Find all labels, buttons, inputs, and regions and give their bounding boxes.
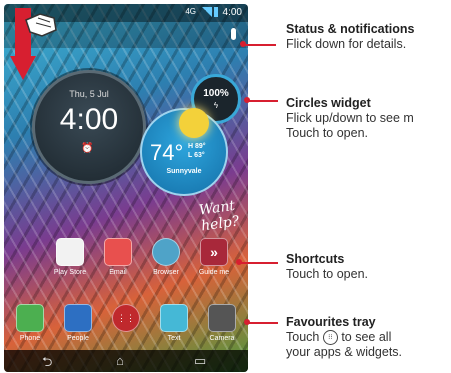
callout-dot-status bbox=[240, 41, 246, 47]
callout-line-circles bbox=[248, 100, 278, 102]
tray-text[interactable]: Text bbox=[150, 304, 198, 342]
weather-city: Sunnyvale bbox=[166, 168, 202, 175]
shortcut-label: Play Store bbox=[53, 269, 87, 276]
email-icon bbox=[104, 238, 132, 266]
phone-screen: 4G 4:00 Thu, 5 Jul 4:00 ⏰ 100% ϟ 74° H 8… bbox=[4, 4, 248, 372]
callout-title: Status & notifications bbox=[286, 22, 415, 36]
play-store-icon bbox=[56, 238, 84, 266]
back-icon[interactable]: ⮌ bbox=[42, 353, 52, 372]
callout-dot-circles bbox=[244, 97, 250, 103]
weather-high: H 89° bbox=[188, 143, 206, 150]
shortcut-label: Email bbox=[109, 269, 127, 276]
callout-dot-shortcuts bbox=[236, 259, 242, 265]
weather-high-low: H 89° L 63° bbox=[188, 142, 206, 160]
shortcut-email[interactable]: Email bbox=[94, 238, 142, 276]
battery-icon bbox=[214, 7, 218, 17]
favourites-tray: Phone People ⋮⋮ Text Camera bbox=[4, 304, 248, 350]
shortcut-guide-me[interactable]: » Guide me bbox=[190, 238, 238, 276]
tray-label: Camera bbox=[209, 335, 235, 342]
callout-shortcuts: Shortcuts Touch to open. bbox=[286, 252, 368, 282]
callout-title: Shortcuts bbox=[286, 252, 345, 266]
want-help-text: Want help? bbox=[198, 197, 240, 235]
tray-apps[interactable]: ⋮⋮ bbox=[102, 304, 150, 335]
signal-icon bbox=[202, 7, 212, 17]
home-icon[interactable]: ⌂ bbox=[116, 353, 124, 368]
callout-line-tray bbox=[248, 322, 278, 324]
callout-tray: Favourites tray Touch ⁝⁝ to see all your… bbox=[286, 315, 402, 360]
callout-title: Favourites tray bbox=[286, 315, 376, 329]
shortcut-label: Guide me bbox=[198, 269, 230, 276]
tray-label: Phone bbox=[19, 335, 41, 342]
sun-icon bbox=[179, 108, 209, 138]
clock-widget[interactable]: Thu, 5 Jul 4:00 ⏰ bbox=[32, 70, 146, 184]
people-icon bbox=[64, 304, 92, 332]
weather-low: L 63° bbox=[188, 152, 205, 159]
browser-icon bbox=[152, 238, 180, 266]
alarm-icon: ⏰ bbox=[81, 143, 94, 154]
callout-desc-2: Touch to open. bbox=[286, 126, 369, 140]
callout-desc-2: your apps & widgets. bbox=[286, 345, 403, 360]
shortcut-label: Browser bbox=[153, 269, 179, 276]
camera-icon bbox=[208, 304, 236, 332]
callout-desc: Touch to open. bbox=[286, 267, 369, 281]
callout-line-shortcuts bbox=[240, 262, 278, 264]
callout-desc: Flick up/down to see m bbox=[286, 111, 414, 125]
tray-camera[interactable]: Camera bbox=[198, 304, 246, 342]
callout-desc-pre: Touch bbox=[286, 330, 320, 344]
tray-people[interactable]: People bbox=[54, 304, 102, 342]
text-icon bbox=[160, 304, 188, 332]
callout-desc: Flick down for details. bbox=[286, 37, 407, 51]
guide-me-icon: » bbox=[200, 238, 228, 266]
callout-status: Status & notifications Flick down for de… bbox=[286, 22, 414, 52]
apps-icon: ⁝⁝ bbox=[322, 330, 338, 346]
weather-temp: 74° bbox=[150, 140, 184, 165]
callout-desc-post: to see all bbox=[341, 330, 392, 344]
tray-phone[interactable]: Phone bbox=[6, 304, 54, 342]
callout-dot-tray bbox=[244, 319, 250, 325]
shortcut-browser[interactable]: Browser bbox=[142, 238, 190, 276]
mic-icon[interactable] bbox=[231, 28, 236, 40]
status-time: 4:00 bbox=[222, 7, 242, 18]
tray-label: Text bbox=[167, 335, 181, 342]
callout-desc: Touch ⁝⁝ to see all bbox=[286, 330, 402, 346]
hand-pointer-icon bbox=[25, 13, 57, 37]
callout-line-status bbox=[244, 44, 276, 46]
clock-date: Thu, 5 Jul bbox=[69, 89, 109, 99]
shortcut-play-store[interactable]: Play Store bbox=[46, 238, 94, 276]
callout-title: Circles widget bbox=[286, 96, 371, 110]
phone-icon bbox=[16, 304, 44, 332]
data-indicator: 4G bbox=[185, 7, 196, 16]
clock-time: 4:00 bbox=[59, 103, 119, 136]
apps-icon: ⋮⋮ bbox=[112, 304, 140, 332]
tray-label: People bbox=[67, 335, 89, 342]
callout-circles: Circles widget Flick up/down to see m To… bbox=[286, 96, 414, 141]
recent-apps-icon[interactable]: ▭ bbox=[194, 353, 206, 369]
battery-percent: 100% bbox=[203, 88, 229, 99]
navigation-bar: ⮌ ⌂ ▭ bbox=[4, 350, 248, 372]
